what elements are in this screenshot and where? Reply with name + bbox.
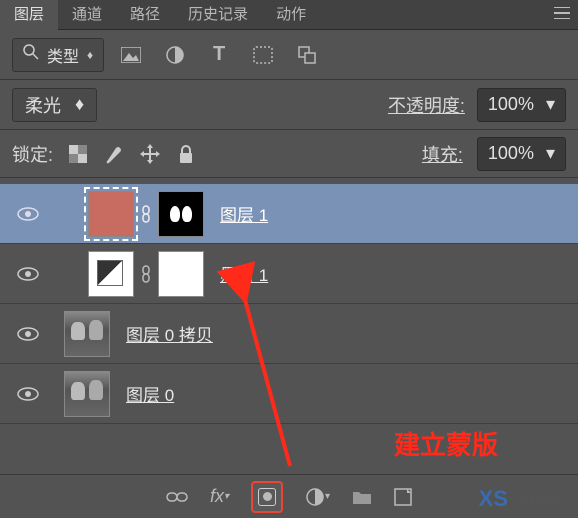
mask-thumb[interactable] <box>158 251 204 297</box>
link-icon[interactable] <box>134 265 158 283</box>
filter-adjust-icon[interactable] <box>164 44 186 66</box>
layer-row[interactable]: 图层 0 <box>0 364 578 424</box>
layer-name[interactable]: 图层 0 拷贝 <box>110 321 213 346</box>
layers-panel: 图层 通道 路径 历史记录 动作 类型 ♦ T 柔光 ♦ 不透明度 <box>0 0 578 518</box>
layer-name[interactable]: 图层 0 <box>110 381 174 406</box>
chevron-down-icon: ▾ <box>546 143 555 164</box>
tab-history[interactable]: 历史记录 <box>174 0 262 30</box>
filter-shape-icon[interactable] <box>252 44 274 66</box>
filter-type-icon[interactable]: T <box>208 44 230 66</box>
opacity-label: 不透明度: <box>388 92 465 118</box>
filter-image-icon[interactable] <box>120 44 142 66</box>
lock-paint-icon[interactable] <box>103 143 125 165</box>
blend-mode-value: 柔光 <box>25 92 61 118</box>
fill-value: 100% <box>488 143 534 164</box>
chevron-down-icon: ▾ <box>546 94 555 115</box>
fill-label: 填充: <box>422 141 463 167</box>
filter-type-dropdown[interactable]: 类型 ♦ <box>12 38 104 72</box>
watermark-text: 资料网 <box>512 487 560 511</box>
watermark-brand: XS <box>479 486 508 512</box>
lock-label: 锁定: <box>12 141 53 167</box>
group-icon[interactable] <box>352 489 372 505</box>
layer-name[interactable]: 图层 1 <box>204 201 268 226</box>
link-layers-icon[interactable] <box>166 490 188 504</box>
filter-smart-icon[interactable] <box>296 44 318 66</box>
layer-thumb[interactable] <box>64 371 110 417</box>
panel-tabs: 图层 通道 路径 历史记录 动作 <box>0 0 578 30</box>
visibility-icon[interactable] <box>0 207 56 221</box>
tab-channels[interactable]: 通道 <box>58 0 116 30</box>
chevron-down-icon: ♦ <box>75 94 84 115</box>
tab-layers[interactable]: 图层 <box>0 0 58 30</box>
filter-type-label: 类型 <box>47 43 79 67</box>
layer-name[interactable]: 黑白 1 <box>204 261 268 286</box>
lock-all-icon[interactable] <box>175 143 197 165</box>
visibility-icon[interactable] <box>0 387 56 401</box>
tab-actions[interactable]: 动作 <box>262 0 320 30</box>
new-layer-icon[interactable] <box>394 488 412 506</box>
layer-thumb[interactable] <box>64 311 110 357</box>
mask-thumb[interactable] <box>158 191 204 237</box>
blend-row: 柔光 ♦ 不透明度: 100% ▾ <box>0 80 578 130</box>
search-icon <box>23 44 39 65</box>
opacity-value: 100% <box>488 94 534 115</box>
fx-icon[interactable]: fx▾ <box>210 486 229 507</box>
chevron-down-icon: ♦ <box>87 48 93 62</box>
layer-row[interactable]: 黑白 1 <box>0 244 578 304</box>
layer-row[interactable]: 图层 0 拷贝 <box>0 304 578 364</box>
visibility-icon[interactable] <box>0 267 56 281</box>
lock-row: 锁定: 填充: 100% ▾ <box>0 130 578 178</box>
add-mask-button[interactable] <box>251 481 283 513</box>
tab-paths[interactable]: 路径 <box>116 0 174 30</box>
link-icon[interactable] <box>134 205 158 223</box>
layer-thumb[interactable] <box>88 251 134 297</box>
watermark: XS 资料网 <box>479 486 560 512</box>
fill-input[interactable]: 100% ▾ <box>477 137 566 171</box>
layer-row[interactable]: 图层 1 <box>0 184 578 244</box>
blend-mode-dropdown[interactable]: 柔光 ♦ <box>12 88 97 122</box>
layer-thumb[interactable] <box>88 191 134 237</box>
adjustment-layer-icon[interactable]: ▾ <box>305 487 330 507</box>
filter-row: 类型 ♦ T <box>0 30 578 80</box>
opacity-input[interactable]: 100% ▾ <box>477 88 566 122</box>
layer-list: 图层 1 黑白 1 图层 0 拷贝 <box>0 178 578 424</box>
lock-move-icon[interactable] <box>139 143 161 165</box>
annotation-text: 建立蒙版 <box>394 425 498 462</box>
panel-menu-icon[interactable] <box>546 6 578 24</box>
visibility-icon[interactable] <box>0 327 56 341</box>
lock-transparency-icon[interactable] <box>67 143 89 165</box>
